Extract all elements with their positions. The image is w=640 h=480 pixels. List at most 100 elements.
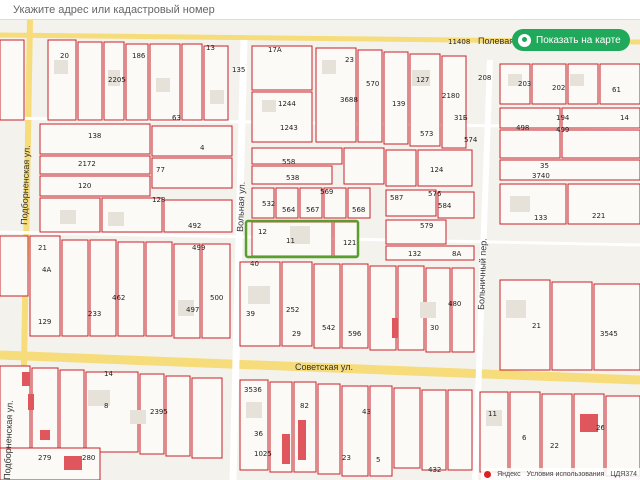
- svg-text:61: 61: [612, 86, 621, 94]
- map-footer: Яндекс Условия использования ЦДЯ374: [481, 468, 640, 480]
- svg-text:564: 564: [282, 206, 296, 214]
- svg-text:124: 124: [430, 166, 444, 174]
- svg-text:139: 139: [392, 100, 405, 108]
- svg-text:542: 542: [322, 324, 335, 332]
- footer-terms-link[interactable]: Условия использования: [527, 471, 605, 478]
- svg-text:36: 36: [254, 430, 263, 438]
- svg-text:3688: 3688: [340, 96, 358, 104]
- show-on-map-label: Показать на карте: [536, 34, 621, 46]
- svg-text:11408: 11408: [448, 38, 470, 46]
- svg-text:22: 22: [550, 442, 559, 450]
- svg-text:569: 569: [320, 188, 333, 196]
- svg-text:497: 497: [186, 306, 199, 314]
- svg-text:584: 584: [438, 202, 452, 210]
- svg-text:63: 63: [172, 114, 181, 122]
- search-bar: [0, 0, 640, 20]
- svg-text:8А: 8А: [452, 250, 461, 258]
- svg-text:587: 587: [390, 194, 403, 202]
- svg-text:203: 203: [518, 80, 531, 88]
- svg-text:30: 30: [430, 324, 439, 332]
- svg-text:135: 135: [232, 66, 245, 74]
- svg-text:11: 11: [286, 237, 295, 245]
- svg-text:29: 29: [292, 330, 301, 338]
- svg-text:532: 532: [262, 200, 275, 208]
- svg-text:129: 129: [38, 318, 51, 326]
- svg-text:3740: 3740: [532, 172, 550, 180]
- svg-text:21: 21: [532, 322, 541, 330]
- svg-text:5: 5: [376, 456, 380, 464]
- svg-text:480: 480: [448, 300, 461, 308]
- svg-text:2205: 2205: [108, 76, 126, 84]
- svg-text:579: 579: [420, 222, 433, 230]
- svg-text:538: 538: [286, 174, 299, 182]
- svg-text:233: 233: [88, 310, 101, 318]
- svg-text:186: 186: [132, 52, 146, 60]
- svg-text:17А: 17А: [268, 46, 282, 54]
- svg-text:26: 26: [596, 424, 605, 432]
- svg-text:462: 462: [112, 294, 125, 302]
- svg-text:82: 82: [300, 402, 309, 410]
- svg-text:252: 252: [286, 306, 299, 314]
- svg-text:4: 4: [200, 144, 205, 152]
- svg-text:2395: 2395: [150, 408, 168, 416]
- svg-text:432: 432: [428, 466, 441, 474]
- svg-text:127: 127: [416, 76, 429, 84]
- svg-text:14: 14: [620, 114, 629, 122]
- svg-text:558: 558: [282, 158, 295, 166]
- svg-text:23: 23: [345, 56, 354, 64]
- svg-text:8: 8: [104, 402, 108, 410]
- svg-text:202: 202: [552, 84, 565, 92]
- footer-brand[interactable]: Яндекс: [497, 471, 521, 478]
- svg-text:499: 499: [556, 126, 569, 134]
- map-canvas[interactable]: 11408 20 186 2205 13 135 17А 23 3688 570…: [0, 0, 640, 480]
- svg-text:3536: 3536: [244, 386, 262, 394]
- svg-text:4А: 4А: [42, 266, 51, 274]
- svg-text:576: 576: [428, 190, 442, 198]
- svg-text:120: 120: [78, 182, 91, 190]
- svg-text:138: 138: [88, 132, 101, 140]
- svg-text:23: 23: [342, 454, 351, 462]
- svg-text:2180: 2180: [442, 92, 460, 100]
- yandex-logo-icon: [484, 470, 492, 478]
- svg-text:1243: 1243: [280, 124, 298, 132]
- svg-text:567: 567: [306, 206, 319, 214]
- svg-text:21: 21: [38, 244, 47, 252]
- svg-text:570: 570: [366, 80, 379, 88]
- svg-text:208: 208: [478, 74, 491, 82]
- search-input[interactable]: [0, 0, 630, 19]
- svg-text:121: 121: [343, 239, 356, 247]
- svg-text:568: 568: [352, 206, 365, 214]
- street-sovetskaya: Советская ул.: [295, 362, 353, 372]
- svg-text:31Б: 31Б: [454, 114, 468, 122]
- svg-text:132: 132: [408, 250, 421, 258]
- svg-text:573: 573: [420, 130, 433, 138]
- svg-text:40: 40: [250, 260, 259, 268]
- svg-text:194: 194: [556, 114, 570, 122]
- svg-text:43: 43: [362, 408, 371, 416]
- map-pin-icon: [518, 33, 531, 47]
- svg-text:133: 133: [534, 214, 547, 222]
- svg-text:3545: 3545: [600, 330, 618, 338]
- svg-text:2172: 2172: [78, 160, 96, 168]
- svg-text:492: 492: [188, 222, 201, 230]
- cadastral-map[interactable]: 11408 20 186 2205 13 135 17А 23 3688 570…: [0, 0, 640, 480]
- svg-text:279: 279: [38, 454, 51, 462]
- svg-text:35: 35: [540, 162, 549, 170]
- svg-text:11: 11: [488, 410, 497, 418]
- svg-text:20: 20: [60, 52, 69, 60]
- svg-text:14: 14: [104, 370, 113, 378]
- street-volnaya: Вольная ул.: [235, 182, 247, 232]
- footer-scale: ЦДЯ374: [610, 470, 637, 478]
- svg-text:221: 221: [592, 212, 605, 220]
- svg-text:498: 498: [516, 124, 529, 132]
- show-on-map-button[interactable]: Показать на карте: [512, 29, 630, 51]
- svg-text:1244: 1244: [278, 100, 296, 108]
- svg-text:596: 596: [348, 330, 362, 338]
- svg-text:12: 12: [258, 228, 267, 236]
- svg-text:499: 499: [192, 244, 205, 252]
- svg-text:6: 6: [522, 434, 527, 442]
- svg-text:77: 77: [156, 166, 165, 174]
- svg-text:574: 574: [464, 136, 478, 144]
- svg-text:500: 500: [210, 294, 223, 302]
- svg-text:128: 128: [152, 196, 165, 204]
